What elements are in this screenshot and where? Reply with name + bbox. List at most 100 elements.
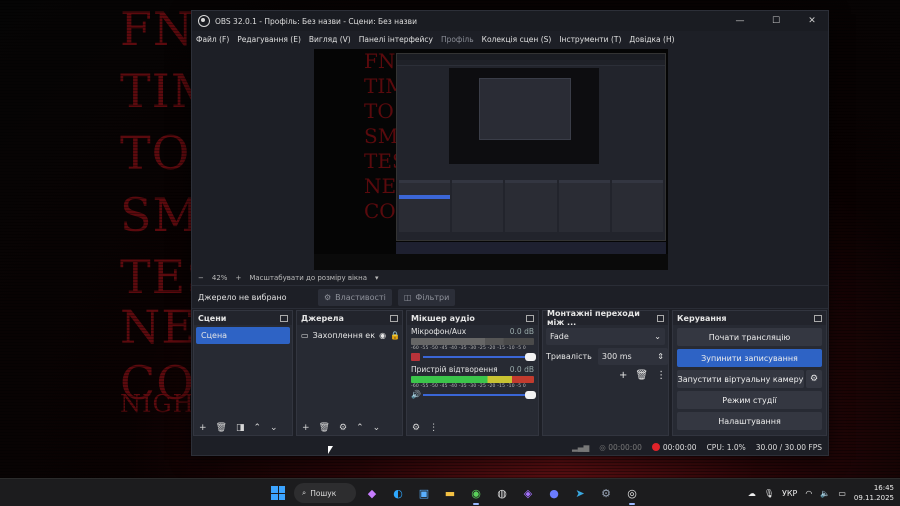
scene-item[interactable]: Сцена (196, 327, 290, 344)
settings-button[interactable]: Налаштування (677, 412, 822, 430)
wifi-icon[interactable]: ◠ (805, 489, 812, 498)
menu-profile[interactable]: Профіль (441, 35, 474, 44)
taskbar-search[interactable]: ⌕ Пошук (294, 483, 356, 503)
volume-slider[interactable] (423, 391, 536, 399)
scene-filter-icon[interactable]: ◨ (236, 423, 245, 433)
zoom-in-button[interactable]: + (235, 274, 241, 282)
add-source-plus-icon[interactable]: + (302, 423, 310, 433)
controls-title: Керування (677, 313, 727, 323)
lock-icon[interactable]: 🔒 (390, 331, 400, 340)
transition-select[interactable]: Fade ⌄ (546, 328, 665, 345)
program-preview[interactable]: FN TIM TO SM TES NE CO (314, 49, 668, 270)
remove-scene-trash-icon[interactable]: 🗑 (216, 423, 227, 433)
move-scene-up-arrow-icon[interactable]: ⌃ (254, 423, 262, 433)
add-scene-plus-icon[interactable]: + (199, 423, 207, 433)
chevron-down-icon: ⌄ (654, 332, 661, 341)
studio-mode-button[interactable]: Режим студії (677, 391, 822, 409)
fit-to-window-label[interactable]: Масштабувати до розміру вікна (249, 274, 367, 282)
stop-recording-button[interactable]: Зупинити записування (677, 349, 822, 367)
volume-slider-knob[interactable] (525, 353, 536, 361)
duration-spinbox[interactable]: 300 ms ⇕ (597, 348, 668, 365)
zoom-out-button[interactable]: − (198, 274, 204, 282)
visibility-eye-icon[interactable]: ◉ (379, 331, 386, 340)
menu-edit[interactable]: Редагування (E) (237, 35, 301, 44)
undock-icon[interactable] (390, 314, 398, 322)
volume-slider[interactable] (423, 353, 536, 361)
sources-title: Джерела (301, 313, 344, 323)
battery-icon[interactable]: ▭ (838, 489, 846, 498)
mute-toggle-muted-icon[interactable] (411, 353, 420, 361)
source-item[interactable]: ▭ Захоплення ек ◉ 🔒 (297, 327, 402, 344)
filters-button[interactable]: ◫ Фільтри (397, 288, 456, 306)
remove-transition-trash-icon[interactable]: 🗑 (635, 370, 648, 381)
scenes-dock: Сцени Сцена + 🗑 ◨ ⌃ ⌄ (193, 310, 293, 436)
stream-status: ◎ 00:00:00 (599, 443, 642, 452)
volume-icon[interactable]: 🔈 (820, 489, 830, 498)
preview-area: FN TIM TO SM TES NE CO (192, 47, 828, 271)
clock[interactable]: 16:45 09.11.2025 (854, 483, 894, 503)
discord-icon[interactable]: ● (544, 483, 564, 503)
undock-icon[interactable] (280, 314, 288, 322)
sources-dock: Джерела ▭ Захоплення ек ◉ 🔒 + 🗑 ⚙ ⌃ ⌄ (296, 310, 403, 436)
add-transition-plus-icon[interactable]: + (619, 370, 627, 381)
mixer-channel: Мікрофон/Aux 0.0 dB -60 -55 -50 -45 -40 -… (407, 325, 538, 363)
preview-taskbar (396, 242, 666, 254)
spin-arrows-icon[interactable]: ⇕ (657, 352, 664, 361)
obs-taskbar-icon[interactable]: ◎ (622, 483, 642, 505)
move-scene-down-arrow-icon[interactable]: ⌄ (270, 423, 278, 433)
minimize-button[interactable]: — (722, 11, 758, 31)
clock-time: 16:45 (873, 484, 894, 492)
start-virtual-camera-button[interactable]: Запустити віртуальну камеру (677, 370, 804, 388)
cpu-usage: CPU: 1.0% (706, 442, 746, 452)
menu-help[interactable]: Довідка (H) (629, 35, 674, 44)
move-source-down-arrow-icon[interactable]: ⌄ (373, 423, 381, 433)
properties-label: Властивості (335, 292, 386, 302)
title-bar[interactable]: OBS 32.0.1 - Профіль: Без назви - Сцени:… (192, 11, 828, 31)
close-button[interactable]: ✕ (794, 11, 830, 31)
store-icon[interactable]: ▣ (414, 483, 434, 503)
menu-file[interactable]: Файл (F) (196, 35, 229, 44)
meter-ticks: -60 -55 -50 -45 -40 -35 -30 -25 -20 -15 … (411, 384, 526, 389)
menu-scene-collection[interactable]: Колекція сцен (S) (482, 35, 552, 44)
maximize-button[interactable]: ☐ (758, 11, 794, 31)
undock-icon[interactable] (526, 314, 534, 322)
move-source-up-arrow-icon[interactable]: ⌃ (356, 423, 364, 433)
microphone-icon[interactable]: 🎙 (764, 489, 774, 498)
stream-icon: ◎ (599, 442, 609, 452)
transition-menu-dots-icon[interactable]: ⋮ (656, 370, 666, 381)
mixer-menu-dots-icon[interactable]: ⋮ (429, 423, 438, 433)
speaker-icon[interactable]: 🔊 (411, 391, 421, 399)
volume-slider-knob[interactable] (525, 391, 536, 399)
windows-taskbar: ⌕ Пошук ◆ ◐ ▣ ▬ ◉ ◍ ◈ ● ➤ ⚙ ◎ ☁ 🎙 УКР ◠ 🔈… (0, 478, 900, 506)
app-icon[interactable]: ◈ (518, 483, 538, 503)
file-explorer-icon[interactable]: ▬ (440, 483, 460, 503)
onedrive-cloud-icon[interactable]: ☁ (748, 489, 756, 498)
zoom-dropdown-caret-icon[interactable]: ▾ (375, 274, 379, 282)
copilot-icon[interactable]: ◆ (362, 483, 382, 503)
chrome-icon[interactable]: ◉ (466, 483, 486, 505)
menu-docks[interactable]: Панелі інтерфейсу (359, 35, 433, 44)
telegram-icon[interactable]: ➤ (570, 483, 590, 503)
undock-icon[interactable] (656, 314, 664, 322)
settings-gear-icon[interactable]: ⚙ (596, 483, 616, 503)
source-gear-icon[interactable]: ⚙ (339, 423, 347, 433)
meter-ticks: -60 -55 -50 -45 -40 -35 -30 -25 -20 -15 … (411, 346, 526, 351)
edge-icon[interactable]: ◐ (388, 483, 408, 503)
language-indicator[interactable]: УКР (782, 489, 797, 498)
wallpaper-text: NIGH (120, 390, 195, 418)
start-button[interactable] (268, 483, 288, 503)
advanced-audio-gear-icon[interactable]: ⚙ (412, 423, 420, 433)
start-streaming-button[interactable]: Почати трансляцію (677, 328, 822, 346)
scenes-title: Сцени (198, 313, 227, 323)
undock-icon[interactable] (814, 314, 822, 322)
remove-source-trash-icon[interactable]: 🗑 (319, 423, 330, 433)
menu-view[interactable]: Вигляд (V) (309, 35, 351, 44)
virtual-camera-gear-icon[interactable]: ⚙ (806, 370, 822, 388)
menu-tools[interactable]: Інструменти (T) (559, 35, 621, 44)
properties-button[interactable]: ⚙ Властивості (318, 288, 392, 306)
search-label: Пошук (310, 488, 337, 498)
source-toolbar: Джерело не вибрано ⚙ Властивості ◫ Фільт… (192, 285, 828, 309)
menu-bar: Файл (F) Редагування (E) Вигляд (V) Пане… (192, 31, 828, 47)
channel-db: 0.0 dB (509, 365, 534, 374)
steam-icon[interactable]: ◍ (492, 483, 512, 503)
